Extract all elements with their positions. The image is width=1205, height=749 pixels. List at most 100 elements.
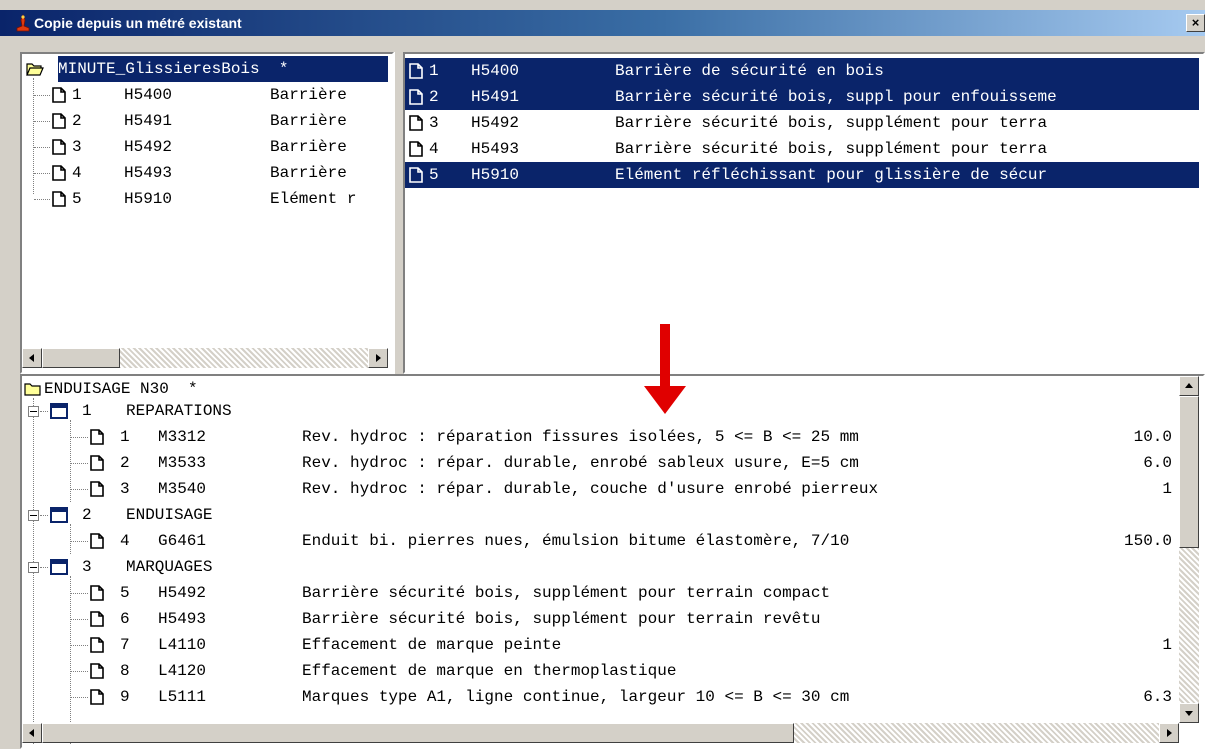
scrollbar-thumb[interactable]	[1179, 396, 1199, 548]
document-icon	[90, 429, 104, 445]
tree-connector	[70, 420, 71, 502]
horizontal-scrollbar[interactable]	[22, 348, 388, 368]
tree-root[interactable]: MINUTE_GlissieresBois *	[24, 56, 388, 82]
item-code: L4110	[158, 636, 207, 654]
vertical-scrollbar[interactable]	[1179, 376, 1199, 723]
title-bar[interactable]: Copie depuis un métré existant ×	[0, 10, 1205, 36]
document-icon	[409, 89, 423, 105]
arrow-left-icon	[29, 729, 34, 737]
item-value: 6.0	[1143, 454, 1172, 472]
item-number: 6	[120, 610, 130, 628]
collapse-toggle[interactable]	[28, 406, 39, 417]
scrollbar-thumb[interactable]	[42, 723, 794, 743]
row-code: H5910	[471, 166, 520, 184]
tree-item[interactable]: 9 L5111 Marques type A1, ligne continue, l…	[22, 684, 1172, 710]
copy-dialog: Copie depuis un métré existant × MINUTE_…	[0, 0, 1205, 749]
document-icon	[90, 481, 104, 497]
tree-item[interactable]: 4 G6461 Enduit bi. pierres nues, émulsion …	[22, 528, 1172, 554]
scroll-right-button[interactable]	[1159, 723, 1179, 743]
tree-item[interactable]: 1 M3312 Rev. hydroc : réparation fissures …	[22, 424, 1172, 450]
source-list-pane[interactable]: 1 H5400 Barrière de sécurité en bois 2 H5491…	[403, 52, 1205, 374]
list-row[interactable]: 5 H5910 Elément réfléchissant pour glissiè…	[405, 162, 1199, 188]
tree-connector	[70, 489, 88, 490]
list-row[interactable]: 1 H5400 Barrière de sécurité en bois	[405, 58, 1199, 84]
tree-item[interactable]: 5 H5492 Barrière sécurité bois, supplément…	[22, 580, 1172, 606]
tree-item[interactable]: 3 H5492 Barrière	[22, 134, 388, 160]
item-number: 1	[120, 428, 130, 446]
list-row[interactable]: 3 H5492 Barrière sécurité bois, supplément…	[405, 110, 1199, 136]
item-number: 3	[120, 480, 130, 498]
collapse-toggle[interactable]	[28, 562, 39, 573]
item-code: H5492	[124, 138, 173, 156]
tree-item[interactable]: 2 H5491 Barrière	[22, 108, 388, 134]
item-description: Effacement de marque peinte	[302, 636, 562, 654]
folder-icon	[24, 383, 41, 396]
item-description: Rev. hydroc : réparation fissures isolée…	[302, 428, 859, 446]
tree-item[interactable]: 1 H5400 Barrière	[22, 82, 388, 108]
tree-connector	[40, 411, 48, 412]
list-row[interactable]: 4 H5493 Barrière sécurité bois, supplément…	[405, 136, 1199, 162]
scroll-down-button[interactable]	[1179, 703, 1199, 723]
scroll-right-button[interactable]	[368, 348, 388, 368]
tree-connector	[70, 645, 88, 646]
document-icon	[90, 637, 104, 653]
group-row[interactable]: 3 MARQUAGES	[22, 554, 1172, 580]
document-icon	[52, 165, 66, 181]
item-number: 4	[72, 164, 82, 182]
item-description: Rev. hydroc : répar. durable, enrobé sab…	[302, 454, 859, 472]
tree-item[interactable]: 4 H5493 Barrière	[22, 160, 388, 186]
document-icon	[90, 585, 104, 601]
group-number: 3	[82, 558, 92, 576]
group-row[interactable]: 1 REPARATIONS	[22, 398, 1172, 424]
item-value: 6.3	[1143, 688, 1172, 706]
scroll-left-button[interactable]	[22, 348, 42, 368]
item-code: H5491	[124, 112, 173, 130]
item-code: M3540	[158, 480, 207, 498]
tree-item[interactable]: 2 M3533 Rev. hydroc : répar. durable, enro…	[22, 450, 1172, 476]
document-icon	[409, 63, 423, 79]
item-number: 8	[120, 662, 130, 680]
scroll-left-button[interactable]	[22, 723, 42, 743]
tree-item[interactable]: 8 L4120 Effacement de marque en thermoplas…	[22, 658, 1172, 684]
scrollbar-thumb[interactable]	[42, 348, 120, 368]
arrow-down-icon	[1185, 711, 1193, 716]
document-icon	[90, 689, 104, 705]
close-button[interactable]: ×	[1186, 14, 1205, 32]
tree-item[interactable]: 6 H5493 Barrière sécurité bois, supplément…	[22, 606, 1172, 632]
group-label: ENDUISAGE	[126, 506, 213, 524]
tree-connector	[40, 515, 48, 516]
collapse-toggle[interactable]	[28, 510, 39, 521]
group-label: MARQUAGES	[126, 558, 213, 576]
item-code: H5493	[158, 610, 207, 628]
tree-connector	[70, 463, 88, 464]
item-description: Enduit bi. pierres nues, émulsion bitume…	[302, 532, 850, 550]
item-description: Marques type A1, ligne continue, largeur…	[302, 688, 850, 706]
row-code: H5491	[471, 88, 520, 106]
document-icon	[90, 663, 104, 679]
item-code: M3533	[158, 454, 207, 472]
tree-connector	[70, 671, 88, 672]
tree-item[interactable]: 3 M3540 Rev. hydroc : répar. durable, couc…	[22, 476, 1172, 502]
horizontal-scrollbar[interactable]	[22, 723, 1179, 743]
row-number: 2	[429, 88, 439, 106]
item-description: Rev. hydroc : répar. durable, couche d'u…	[302, 480, 879, 498]
item-value: 150.0	[1123, 532, 1172, 550]
tree-item[interactable]: 5 H5910 Elément r	[22, 186, 388, 212]
document-icon	[409, 141, 423, 157]
item-number: 2	[72, 112, 82, 130]
item-description: Barrière sécurité bois, supplément pour …	[302, 610, 821, 628]
item-code: H5492	[158, 584, 207, 602]
tree-connector	[40, 567, 48, 568]
item-number: 3	[72, 138, 82, 156]
target-tree-pane[interactable]: ENDUISAGE N30 * 1 REPARATIONS 1 M3312 Rev. hy…	[20, 374, 1205, 749]
group-number: 2	[82, 506, 92, 524]
scroll-up-button[interactable]	[1179, 376, 1199, 396]
app-icon	[16, 14, 30, 32]
list-row[interactable]: 2 H5491 Barrière sécurité bois, suppl pour…	[405, 84, 1199, 110]
source-tree-pane[interactable]: MINUTE_GlissieresBois * 1 H5400 Barrière 2 H5…	[20, 52, 394, 374]
group-row[interactable]: 2 ENDUISAGE	[22, 502, 1172, 528]
row-description: Barrière de sécurité en bois	[615, 62, 884, 80]
item-code: H5400	[124, 86, 173, 104]
group-icon	[50, 507, 68, 523]
tree-item[interactable]: 7 L4110 Effacement de marque peinte 1	[22, 632, 1172, 658]
